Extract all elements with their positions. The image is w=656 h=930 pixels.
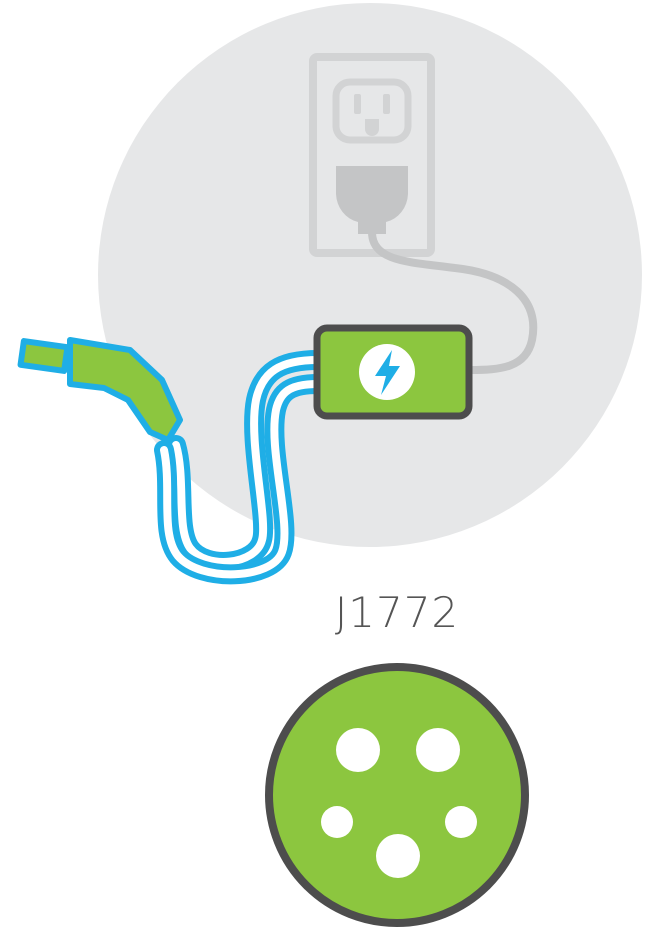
connector-pin-left (321, 806, 353, 838)
portable-charger-illustration (17, 3, 642, 927)
connector-pin-top-right (416, 728, 460, 772)
connector-pin-bottom (376, 834, 420, 878)
connector-name-label: J1772 (334, 588, 460, 637)
connector-pin-top-left (336, 728, 380, 772)
j1772-connector-face-icon (265, 663, 529, 927)
connector-pin-right (445, 806, 477, 838)
charging-adapter-icon (313, 324, 473, 420)
